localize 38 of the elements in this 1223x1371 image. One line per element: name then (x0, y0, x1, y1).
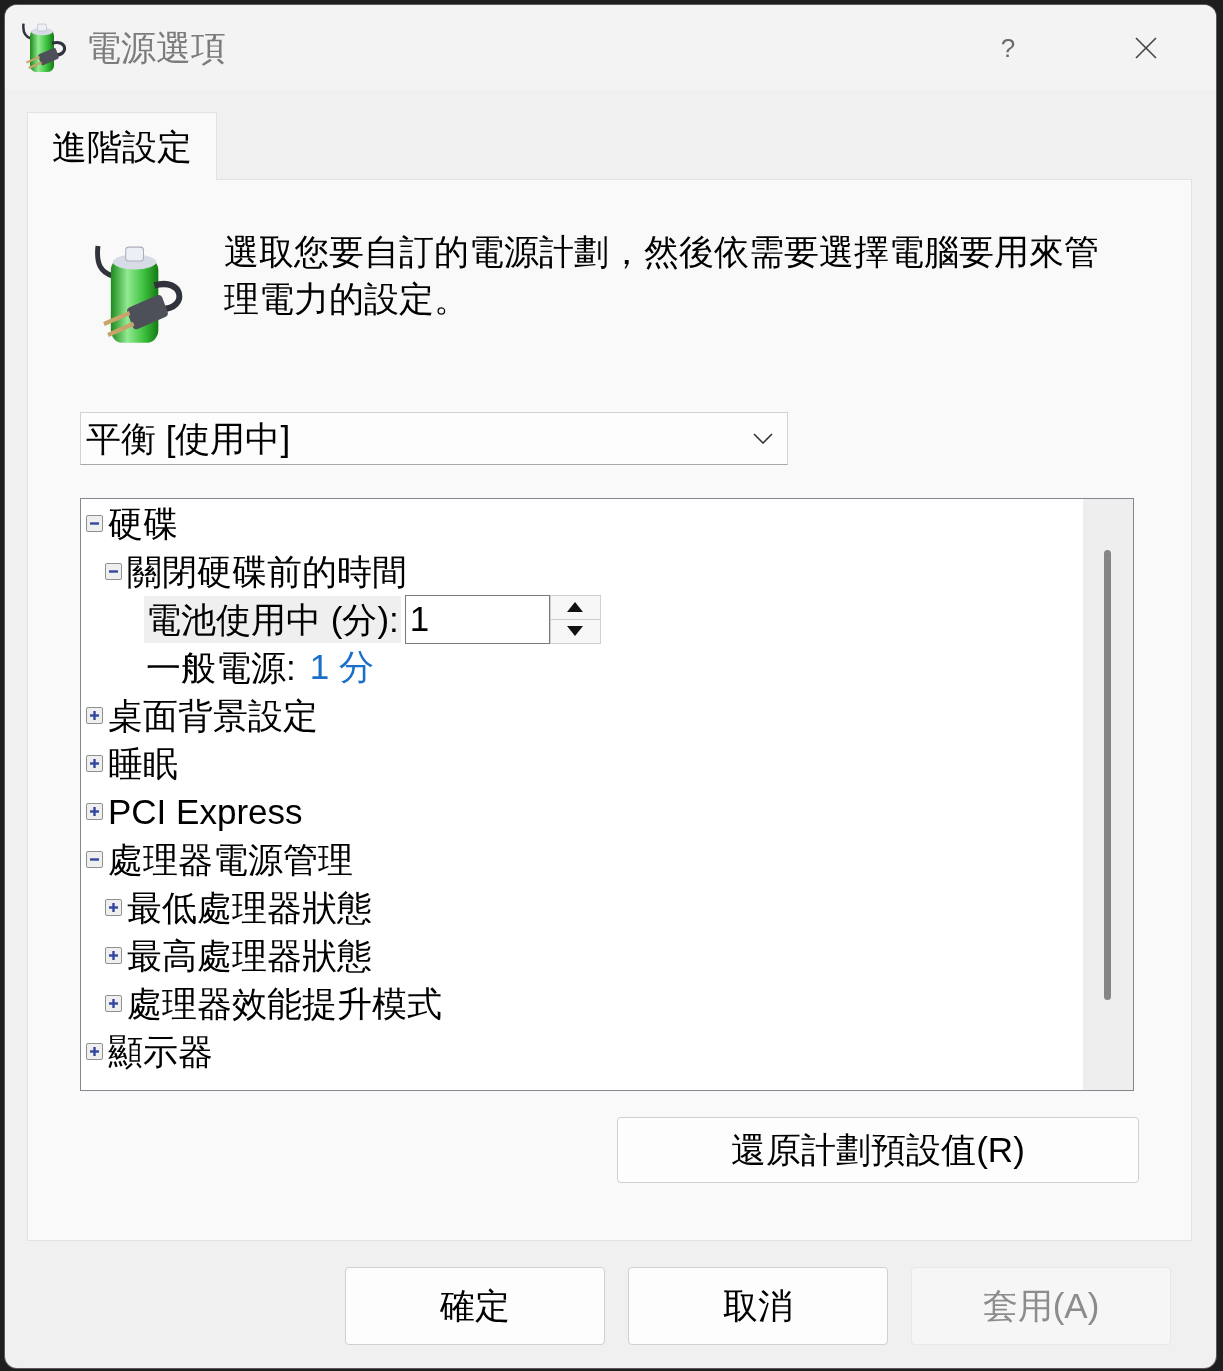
close-icon (1135, 36, 1157, 59)
tree-item[interactable]: 硬碟 (106, 499, 180, 547)
tree-item[interactable]: 睡眠 (106, 739, 180, 787)
spin-up-button[interactable] (549, 594, 601, 620)
down-triangle-icon (567, 626, 584, 636)
tree-item[interactable]: 處理器電源管理 (106, 835, 355, 883)
tree-item[interactable]: PCI Express (106, 787, 305, 835)
plus-box-icon[interactable] (105, 946, 122, 964)
plus-box-icon[interactable] (86, 802, 103, 820)
tree-item[interactable]: 最高處理器狀態 (125, 931, 374, 979)
description-text: 選取您要自訂的電源計劃，然後依需要選擇電腦要用來管理電力的設定。 (224, 231, 1100, 320)
tree-item[interactable]: 處理器效能提升模式 (125, 979, 444, 1027)
minus-box-icon[interactable] (105, 562, 122, 580)
plus-box-icon[interactable] (86, 706, 103, 724)
window-title: 電源選項 (86, 26, 226, 69)
cancel-button[interactable]: 取消 (628, 1267, 888, 1345)
tab[interactable]: 進階設定 (27, 112, 217, 180)
plus-box-icon[interactable] (105, 994, 122, 1012)
number-field[interactable]: 1 (404, 594, 550, 644)
plus-box-icon[interactable] (86, 754, 103, 772)
up-triangle-icon (567, 602, 584, 612)
plus-box-icon[interactable] (86, 1042, 103, 1060)
minus-box-icon[interactable] (86, 514, 103, 532)
scrollbar-thumb[interactable] (1104, 550, 1111, 1000)
plan-dropdown[interactable]: 平衡 [使用中] (80, 412, 788, 465)
minus-box-icon[interactable] (86, 850, 103, 868)
tree-item[interactable]: 顯示器 (106, 1027, 215, 1075)
plus-box-icon[interactable] (105, 898, 122, 916)
chevron-down-icon (753, 433, 773, 444)
tree-item[interactable]: 桌面背景設定 (106, 691, 320, 739)
restore-defaults-button[interactable]: 還原計劃預設值(R) (617, 1117, 1139, 1183)
setting-value[interactable]: 1 分 (309, 640, 374, 694)
tree-item[interactable]: 關閉硬碟前的時間 (125, 547, 409, 595)
setting-label[interactable]: 一般電源: (144, 643, 298, 691)
help-button[interactable]: ? (978, 22, 1038, 73)
setting-label[interactable]: 電池使用中 (分): (144, 595, 401, 643)
tree-item[interactable]: 最低處理器狀態 (125, 883, 374, 931)
ok-button[interactable]: 確定 (345, 1267, 605, 1345)
